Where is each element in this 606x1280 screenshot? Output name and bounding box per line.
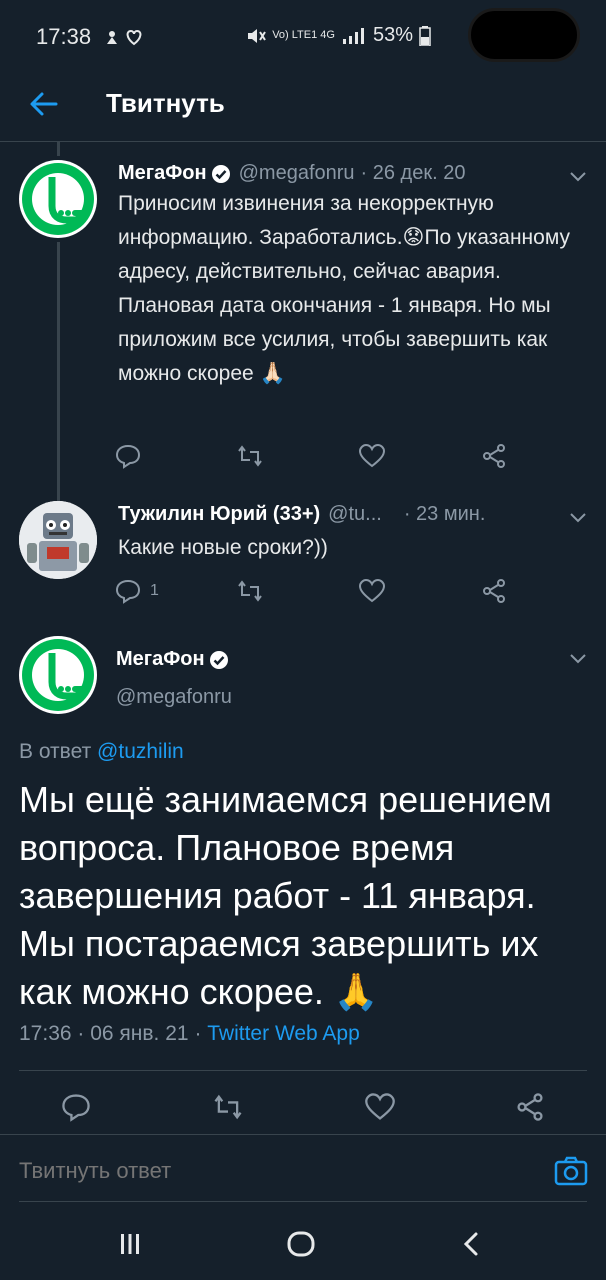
share-icon[interactable] (480, 442, 508, 470)
tweet-header: МегаФон @megafonru · 26 дек. 20 (118, 162, 588, 185)
author-row[interactable]: МегаФон (116, 648, 229, 671)
tweet-source[interactable]: Twitter Web App (207, 1022, 360, 1045)
mute-icon (248, 28, 267, 43)
reply-context: В ответ @tuzhilin (19, 740, 184, 764)
share-icon[interactable] (514, 1091, 546, 1123)
app-header: Твитнуть (0, 70, 606, 142)
chevron-down-icon[interactable] (568, 170, 588, 184)
status-notification-icons (107, 29, 142, 46)
battery-icon (419, 25, 431, 46)
avatar[interactable] (19, 160, 97, 238)
status-time: 17:38 (36, 24, 92, 49)
input-underline (19, 1201, 587, 1202)
share-icon[interactable] (480, 577, 508, 605)
tweet-reply-tuzhilin[interactable]: Тужилин Юрий (33+) @tu... · 23 мин. Каки… (0, 487, 606, 622)
recents-icon[interactable] (116, 1230, 144, 1258)
signal-icon (342, 27, 364, 44)
like-icon[interactable] (364, 1091, 396, 1123)
reply-prefix: В ответ (19, 740, 92, 763)
author-name[interactable]: МегаФон (116, 648, 205, 671)
reply-icon[interactable] (114, 577, 142, 605)
author-handle[interactable]: @megafonru (239, 162, 355, 185)
tweet-meta-row: 17:36 · 06 янв. 21 · Twitter Web App (19, 1022, 360, 1045)
tweet-date[interactable]: · 26 дек. 20 (361, 162, 466, 185)
author-handle[interactable]: @megafonru (116, 686, 232, 709)
reply-count: 1 (150, 582, 159, 599)
tweet-text: Приносим извинения за некорректную инфор… (118, 192, 570, 385)
main-tweet-text: Мы ещё занимаемся решением вопроса. План… (19, 779, 552, 1012)
like-icon[interactable] (358, 442, 386, 470)
chevron-down-icon[interactable] (568, 511, 588, 525)
reply-composer[interactable] (0, 1134, 606, 1208)
divider (19, 1070, 587, 1071)
reply-action[interactable]: 1 (114, 577, 159, 605)
reply-input[interactable] (19, 1155, 519, 1187)
verified-icon (209, 650, 228, 669)
reply-to-link[interactable]: @tuzhilin (97, 740, 184, 763)
verified-icon (211, 164, 230, 183)
avatar[interactable] (19, 501, 97, 579)
page-title: Твитнуть (106, 88, 225, 118)
like-icon[interactable] (358, 577, 386, 605)
retweet-icon[interactable] (212, 1091, 244, 1123)
tweet-date[interactable]: · 23 мин. (404, 503, 486, 526)
tweet-megafon-1[interactable]: МегаФон @megafonru · 26 дек. 20 Приносим… (0, 142, 606, 502)
reply-icon[interactable] (60, 1091, 92, 1123)
main-tweet: МегаФон @megafonru В ответ @tuzhilin Мы … (0, 622, 606, 1134)
retweet-icon[interactable] (236, 442, 264, 470)
author-name[interactable]: МегаФон (118, 162, 207, 185)
megafon-logo-icon (22, 639, 94, 711)
status-right: Vo) LTE1 4G 53% (246, 24, 431, 47)
back-arrow-icon[interactable] (24, 84, 64, 124)
megafon-logo-icon (22, 163, 94, 235)
chevron-down-icon[interactable] (568, 652, 588, 666)
avatar[interactable] (19, 636, 97, 714)
back-icon[interactable] (458, 1230, 486, 1258)
thread-line (57, 242, 60, 502)
tweet-date: 06 янв. 21 (90, 1022, 189, 1045)
retweet-icon[interactable] (236, 577, 264, 605)
reply-icon[interactable] (114, 442, 142, 470)
author-name[interactable]: Тужилин Юрий (33+) (118, 503, 320, 526)
robot-avatar-icon (19, 501, 97, 579)
battery-percent: 53% (372, 24, 413, 46)
system-nav-bar (0, 1208, 606, 1280)
home-icon[interactable] (285, 1228, 317, 1260)
status-bar: 17:38 Vo) LTE1 4G 53% (0, 0, 606, 70)
tweet-header: Тужилин Юрий (33+) @tu... · 23 мин. (118, 503, 588, 526)
camera-cutout (468, 8, 580, 62)
tweet-time: 17:36 (19, 1022, 72, 1045)
network-label: Vo) LTE1 4G (272, 29, 335, 41)
camera-icon[interactable] (554, 1155, 588, 1187)
author-handle[interactable]: @tu... (328, 503, 382, 526)
tweet-text: Какие новые сроки?)) (118, 536, 328, 559)
